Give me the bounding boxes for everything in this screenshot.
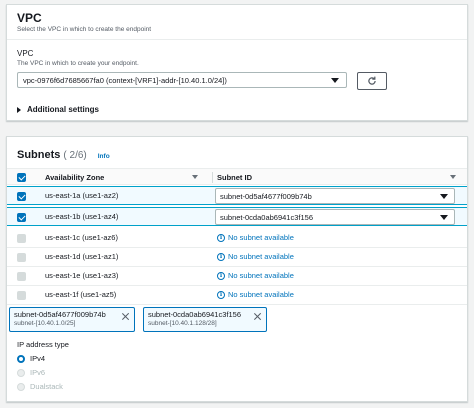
- col-availability-zone[interactable]: Availability Zone: [45, 173, 104, 182]
- radio-label: IPv6: [30, 368, 46, 377]
- token-subnet-cidr: subnet-[10.40.1.0/25]: [14, 320, 76, 327]
- row-checkbox: [17, 253, 26, 262]
- close-icon[interactable]: [121, 312, 130, 321]
- subnet-select-value: subnet-0cda0ab6941c3f156: [220, 213, 313, 222]
- no-subnet-message: i No subnet available: [217, 271, 294, 280]
- row-checkbox: [17, 234, 26, 243]
- subnet-select[interactable]: subnet-0d5af4677f009b74b: [215, 188, 455, 204]
- select-all-checkbox[interactable]: [17, 173, 26, 182]
- row-checkbox: [17, 272, 26, 281]
- info-link[interactable]: Info: [98, 153, 110, 160]
- info-icon: i: [217, 271, 225, 280]
- no-subnet-text: No subnet available: [228, 252, 294, 261]
- caret-down-icon: [440, 194, 448, 199]
- no-subnet-text: No subnet available: [228, 290, 294, 299]
- subnets-panel: Subnets ( 2/6) Info Availability Zone Su…: [6, 136, 468, 402]
- close-icon[interactable]: [253, 312, 262, 321]
- vpc-select-value: vpc-0976f6d7685667fa0 (context-[VRF1]-ad…: [23, 76, 227, 85]
- availability-zone-cell: us-east-1a (use1-az2): [45, 191, 119, 200]
- refresh-button[interactable]: [357, 72, 387, 90]
- row-checkbox: [17, 291, 26, 300]
- subnets-title: Subnets: [17, 149, 61, 161]
- radio-ipv4[interactable]: IPv4: [17, 354, 45, 363]
- subnet-token: subnet-0cda0ab6941c3f156 subnet-[10.40.1…: [143, 307, 267, 332]
- no-subnet-text: No subnet available: [228, 271, 294, 280]
- caret-right-icon: [17, 106, 21, 113]
- row-checkbox[interactable]: [17, 192, 26, 201]
- additional-settings-label: Additional settings: [27, 105, 99, 114]
- column-divider: [212, 172, 213, 183]
- table-row[interactable]: us-east-1b (use1-az4) subnet-0cda0ab6941…: [7, 207, 467, 226]
- vpc-section-title: VPC: [17, 11, 42, 25]
- no-subnet-message: i No subnet available: [217, 290, 294, 299]
- vpc-section-description: Select the VPC in which to create the en…: [17, 26, 152, 33]
- availability-zone-cell: us-east-1e (use1-az3): [45, 271, 119, 280]
- table-row: us-east-1f (use1-az5) i No subnet availa…: [7, 286, 467, 305]
- no-subnet-text: No subnet available: [228, 233, 294, 242]
- availability-zone-cell: us-east-1c (use1-az6): [45, 233, 118, 242]
- caret-down-icon: [331, 78, 339, 83]
- info-icon: i: [217, 233, 225, 242]
- radio-button[interactable]: [17, 354, 25, 363]
- caret-down-icon: [440, 215, 448, 220]
- no-subnet-message: i No subnet available: [217, 233, 294, 242]
- ip-address-type-label: IP address type: [17, 340, 69, 349]
- subnets-count: ( 2/6): [63, 150, 87, 161]
- info-icon: i: [217, 290, 225, 299]
- token-subnet-name: subnet-0d5af4677f009b74b: [14, 310, 106, 319]
- radio-label: IPv4: [30, 354, 46, 363]
- info-icon: i: [217, 252, 225, 261]
- table-row: us-east-1d (use1-az1) i No subnet availa…: [7, 248, 467, 267]
- radio-label: Dualstack: [30, 382, 63, 391]
- sort-down-icon[interactable]: [192, 175, 198, 179]
- vpc-field-description: The VPC in which to create your endpoint…: [17, 60, 139, 67]
- availability-zone-cell: us-east-1f (use1-az5): [45, 290, 117, 299]
- sort-down-icon[interactable]: [450, 175, 456, 179]
- additional-settings-toggle[interactable]: Additional settings: [17, 105, 99, 114]
- radio-ipv6: IPv6: [17, 368, 45, 377]
- vpc-panel: VPC Select the VPC in which to create th…: [6, 4, 468, 121]
- subnet-token: subnet-0d5af4677f009b74b subnet-[10.40.1…: [9, 307, 135, 332]
- availability-zone-cell: us-east-1d (use1-az1): [45, 252, 119, 261]
- no-subnet-message: i No subnet available: [217, 252, 294, 261]
- refresh-icon: [368, 76, 376, 85]
- table-row: us-east-1c (use1-az6) i No subnet availa…: [7, 229, 467, 248]
- token-subnet-cidr: subnet-[10.40.1.128/28]: [148, 320, 217, 327]
- vpc-select[interactable]: vpc-0976f6d7685667fa0 (context-[VRF1]-ad…: [17, 72, 347, 88]
- row-checkbox[interactable]: [17, 213, 26, 222]
- divider: [7, 39, 467, 40]
- radio-dualstack: Dualstack: [17, 382, 63, 391]
- token-subnet-name: subnet-0cda0ab6941c3f156: [148, 310, 241, 319]
- subnets-header: Subnets ( 2/6) Info: [17, 149, 110, 161]
- table-row[interactable]: us-east-1a (use1-az2) subnet-0d5af4677f0…: [7, 186, 467, 205]
- vpc-field-label: VPC: [17, 49, 34, 58]
- radio-button: [17, 368, 25, 377]
- availability-zone-cell: us-east-1b (use1-az4): [45, 212, 119, 221]
- col-subnet-id[interactable]: Subnet ID: [217, 173, 252, 182]
- radio-button: [17, 382, 25, 391]
- table-header: Availability Zone Subnet ID: [7, 168, 467, 185]
- table-row: us-east-1e (use1-az3) i No subnet availa…: [7, 267, 467, 286]
- subnet-select-value: subnet-0d5af4677f009b74b: [220, 192, 312, 201]
- subnet-select[interactable]: subnet-0cda0ab6941c3f156: [215, 209, 455, 225]
